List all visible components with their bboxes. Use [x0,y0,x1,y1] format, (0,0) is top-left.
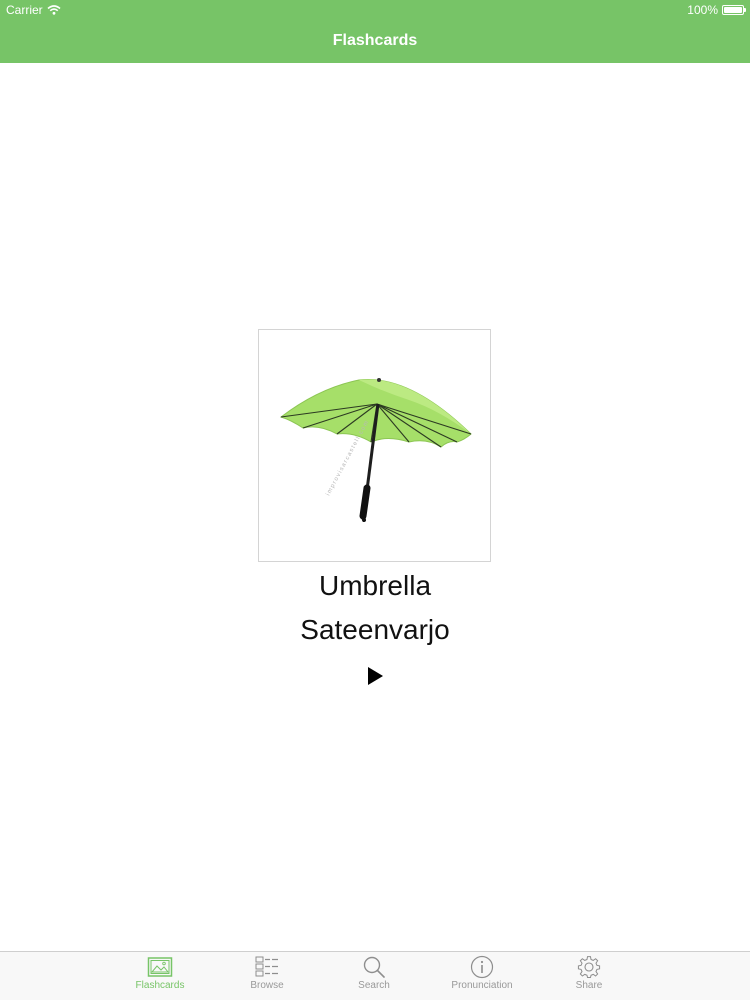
tab-pronunciation[interactable]: Pronunciation [442,955,522,999]
status-battery: 100% [687,3,746,17]
play-audio-button[interactable] [364,665,386,687]
picture-icon [147,957,173,977]
carrier-label: Carrier [6,3,43,17]
tab-label: Search [358,980,390,991]
tab-search[interactable]: Search [334,955,414,999]
wifi-icon [47,5,61,15]
info-icon [470,955,494,979]
tab-share[interactable]: Share [549,955,629,999]
status-carrier: Carrier [6,3,61,17]
tab-label: Pronunciation [451,980,513,991]
flashcard-translation: Sateenvarjo [300,614,450,645]
play-icon [368,667,383,685]
tab-bar: Flashcards Browse Search Pronunciation S… [0,951,750,1000]
tab-label: Flashcards [135,980,185,991]
flashcard-image[interactable]: improvisarcastell.com [258,329,491,562]
tab-flashcards[interactable]: Flashcards [120,955,200,999]
battery-percent: 100% [687,3,718,17]
search-icon [363,956,385,978]
tab-label: Share [575,980,603,991]
battery-icon [722,5,746,15]
flashcard-word: Umbrella [318,570,432,601]
battery-fill [724,7,742,13]
umbrella-picture: improvisarcastell.com [279,378,472,522]
page-title: Flashcards [332,32,418,49]
tab-label: Browse [250,980,284,991]
list-icon [255,956,278,977]
flashcards-screen: Carrier 100% Flashcards improvisarcastel… [0,0,750,1000]
gear-icon [577,956,601,978]
tab-browse[interactable]: Browse [227,955,307,999]
header: Carrier 100% Flashcards [0,0,750,63]
